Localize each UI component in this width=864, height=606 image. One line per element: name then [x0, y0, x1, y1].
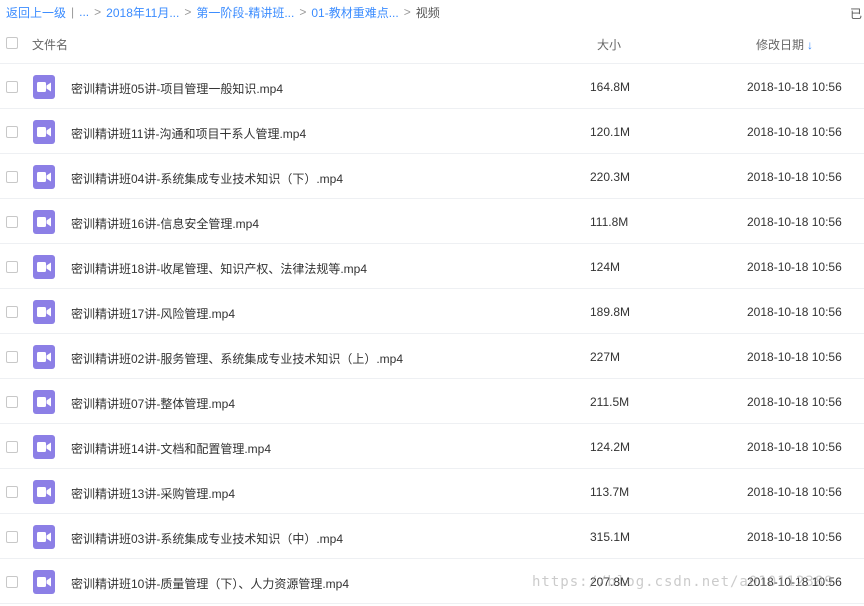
top-right-status-text: 已	[849, 7, 862, 21]
video-file-icon	[33, 390, 55, 414]
file-size: 124.2M	[590, 440, 631, 454]
file-modified-date: 2018-10-18 10:56	[747, 260, 842, 274]
row-checkbox[interactable]	[6, 216, 18, 228]
breadcrumb-separator: >	[94, 5, 102, 19]
file-row[interactable]: 密训精讲班14讲-文档和配置管理.mp4 124.2M 2018-10-18 1…	[0, 424, 864, 469]
file-modified-date: 2018-10-18 10:56	[747, 530, 842, 544]
file-row[interactable]: 密训精讲班03讲-系统集成专业技术知识（中）.mp4 315.1M 2018-1…	[0, 514, 864, 559]
file-row[interactable]: 密训精讲班18讲-收尾管理、知识产权、法律法规等.mp4 124M 2018-1…	[0, 244, 864, 289]
video-file-icon	[33, 255, 55, 279]
file-size: 315.1M	[590, 530, 631, 544]
file-modified-date: 2018-10-18 10:56	[747, 125, 842, 139]
file-name[interactable]: 密训精讲班02讲-服务管理、系统集成专业技术知识（上）.mp4	[71, 350, 403, 367]
file-size: 164.8M	[590, 80, 631, 94]
video-file-icon	[33, 165, 55, 189]
file-name[interactable]: 密训精讲班11讲-沟通和项目干系人管理.mp4	[71, 125, 306, 142]
file-modified-date: 2018-10-18 10:56	[747, 215, 842, 229]
file-modified-date: 2018-10-18 10:56	[747, 395, 842, 409]
file-name[interactable]: 密训精讲班04讲-系统集成专业技术知识（下）.mp4	[71, 170, 343, 187]
file-row[interactable]: 密训精讲班13讲-采购管理.mp4 113.7M 2018-10-18 10:5…	[0, 469, 864, 514]
video-file-icon	[33, 525, 55, 549]
file-name[interactable]: 密训精讲班13讲-采购管理.mp4	[71, 485, 235, 502]
file-row[interactable]: 密训精讲班04讲-系统集成专业技术知识（下）.mp4 220.3M 2018-1…	[0, 154, 864, 199]
breadcrumb-divider: |	[71, 5, 75, 19]
select-all-checkbox[interactable]	[6, 37, 18, 49]
row-checkbox[interactable]	[6, 351, 18, 363]
file-size: 189.8M	[590, 305, 631, 319]
file-list: 密训精讲班05讲-项目管理一般知识.mp4 164.8M 2018-10-18 …	[0, 64, 864, 604]
file-name[interactable]: 密训精讲班14讲-文档和配置管理.mp4	[71, 440, 271, 457]
file-row[interactable]: 密训精讲班02讲-服务管理、系统集成专业技术知识（上）.mp4 227M 201…	[0, 334, 864, 379]
file-row[interactable]: 密训精讲班05讲-项目管理一般知识.mp4 164.8M 2018-10-18 …	[0, 64, 864, 109]
column-header-name[interactable]: 文件名	[32, 36, 68, 53]
breadcrumb-item-material[interactable]: 01-教材重难点...	[311, 4, 398, 21]
row-checkbox[interactable]	[6, 396, 18, 408]
video-file-icon	[33, 570, 55, 594]
file-size: 220.3M	[590, 170, 631, 184]
file-size: 227M	[590, 350, 621, 364]
file-row[interactable]: 密训精讲班11讲-沟通和项目干系人管理.mp4 120.1M 2018-10-1…	[0, 109, 864, 154]
file-row[interactable]: 密训精讲班07讲-整体管理.mp4 211.5M 2018-10-18 10:5…	[0, 379, 864, 424]
row-checkbox[interactable]	[6, 306, 18, 318]
file-modified-date: 2018-10-18 10:56	[747, 440, 842, 454]
file-size: 120.1M	[590, 125, 631, 139]
row-checkbox[interactable]	[6, 261, 18, 273]
watermark: https://blog.csdn.net/a010112389	[532, 574, 834, 590]
video-file-icon	[33, 480, 55, 504]
breadcrumb-ellipsis[interactable]: ...	[79, 5, 89, 19]
column-header-date-label: 修改日期	[756, 38, 805, 52]
file-row[interactable]: 密训精讲班17讲-风险管理.mp4 189.8M 2018-10-18 10:5…	[0, 289, 864, 334]
file-size: 113.7M	[590, 485, 630, 499]
breadcrumb: 返回上一级 | ... > 2018年11月... > 第一阶段-精讲班... …	[6, 0, 864, 24]
file-modified-date: 2018-10-18 10:56	[747, 80, 842, 94]
breadcrumb-current: 视频	[415, 5, 440, 20]
breadcrumb-item-month[interactable]: 2018年11月...	[106, 4, 179, 21]
video-file-icon	[33, 345, 55, 369]
column-header-size[interactable]: 大小	[597, 36, 621, 53]
video-file-icon	[33, 435, 55, 459]
breadcrumb-separator: >	[299, 5, 307, 19]
file-modified-date: 2018-10-18 10:56	[747, 305, 842, 319]
file-modified-date: 2018-10-18 10:56	[747, 485, 842, 499]
video-file-icon	[33, 120, 55, 144]
file-name[interactable]: 密训精讲班05讲-项目管理一般知识.mp4	[71, 80, 283, 97]
file-name[interactable]: 密训精讲班07讲-整体管理.mp4	[71, 395, 235, 412]
row-checkbox[interactable]	[6, 126, 18, 138]
file-size: 111.8M	[590, 215, 629, 229]
file-modified-date: 2018-10-18 10:56	[747, 170, 842, 184]
file-name[interactable]: 密训精讲班03讲-系统集成专业技术知识（中）.mp4	[71, 530, 343, 547]
file-name[interactable]: 密训精讲班10讲-质量管理（下）、人力资源管理.mp4	[71, 575, 349, 592]
breadcrumb-separator: >	[403, 5, 411, 19]
row-checkbox[interactable]	[6, 486, 18, 498]
breadcrumb-item-stage[interactable]: 第一阶段-精讲班...	[196, 4, 294, 21]
sort-down-icon[interactable]: ↓	[807, 38, 813, 52]
row-checkbox[interactable]	[6, 531, 18, 543]
file-size: 124M	[590, 260, 621, 274]
file-size: 211.5M	[590, 395, 630, 409]
file-list-header: 文件名 大小 修改日期 ↓	[0, 28, 864, 58]
column-header-date[interactable]: 修改日期 ↓	[756, 36, 813, 53]
row-checkbox[interactable]	[6, 576, 18, 588]
file-name[interactable]: 密训精讲班16讲-信息安全管理.mp4	[71, 215, 259, 232]
breadcrumb-separator: >	[184, 5, 192, 19]
row-checkbox[interactable]	[6, 171, 18, 183]
row-checkbox[interactable]	[6, 81, 18, 93]
video-file-icon	[33, 210, 55, 234]
file-modified-date: 2018-10-18 10:56	[747, 350, 842, 364]
video-file-icon	[33, 300, 55, 324]
file-row[interactable]: 密训精讲班16讲-信息安全管理.mp4 111.8M 2018-10-18 10…	[0, 199, 864, 244]
row-checkbox[interactable]	[6, 441, 18, 453]
back-link[interactable]: 返回上一级	[6, 4, 66, 21]
video-file-icon	[33, 75, 55, 99]
file-name[interactable]: 密训精讲班17讲-风险管理.mp4	[71, 305, 235, 322]
file-name[interactable]: 密训精讲班18讲-收尾管理、知识产权、法律法规等.mp4	[71, 260, 367, 277]
